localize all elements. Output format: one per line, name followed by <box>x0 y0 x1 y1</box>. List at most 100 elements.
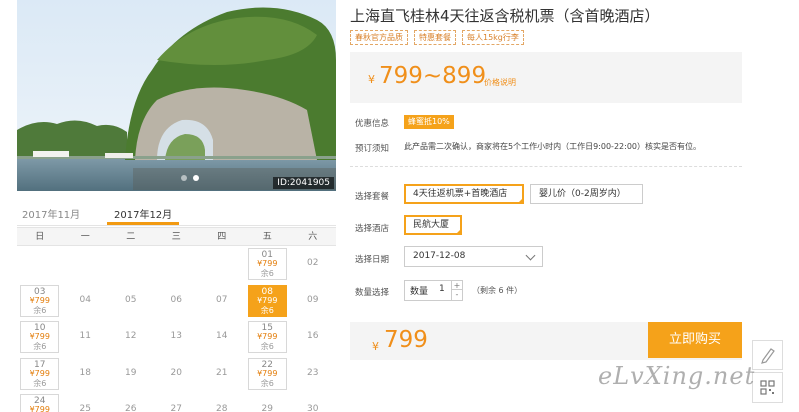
calendar-day: 27 <box>154 392 200 412</box>
calendar-day: 23 <box>290 356 336 393</box>
site-watermark: eLvXing.net <box>598 362 756 390</box>
day-stock: 余6 <box>33 342 47 351</box>
day-number: 02 <box>307 258 319 268</box>
weekday-label: 二 <box>126 232 136 242</box>
day-price: ¥799 <box>257 368 278 378</box>
day-number: 12 <box>125 331 137 341</box>
quantity-value[interactable]: 1 <box>439 284 445 294</box>
calendar-day-available[interactable]: 10 ¥799 余6 <box>17 319 63 356</box>
day-number: 16 <box>307 331 319 341</box>
date-value: 2017-12-08 <box>413 251 466 261</box>
price-explanation-link[interactable]: 价格说明 <box>484 77 516 88</box>
calendar-day: 21 <box>199 356 245 393</box>
weekday-label: 六 <box>308 232 318 242</box>
day-stock: 余6 <box>260 305 274 315</box>
carousel-dot-active[interactable] <box>193 175 199 181</box>
day-number: 20 <box>170 367 182 378</box>
date-select[interactable]: 2017-12-08 <box>404 246 543 267</box>
calendar-day-available[interactable]: 22 ¥799 余6 <box>245 356 291 393</box>
day-price: ¥799 <box>29 405 50 412</box>
quantity-stepper[interactable]: 数量 1 + - <box>404 280 463 301</box>
day-price: ¥799 <box>29 332 50 341</box>
decrement-button[interactable]: - <box>452 290 462 299</box>
day-number: 23 <box>307 367 319 378</box>
day-number: 21 <box>216 367 228 378</box>
calendar-day: 14 <box>199 319 245 356</box>
booking-notice: 此产品需二次确认，商家将在5个工作小时内（工作日9:00-22:00）核实是否有… <box>404 142 701 151</box>
day-number: 13 <box>170 331 182 341</box>
feedback-button[interactable] <box>752 340 783 370</box>
day-number: 04 <box>79 294 91 305</box>
day-price: ¥799 <box>257 332 278 341</box>
calendar-days: 01 ¥799 余6 02 03 ¥799 余6 04 05 06 07 08 ¥799 余6 09 10 ¥7… <box>17 246 336 412</box>
stepper-controls: + - <box>451 281 462 300</box>
day-number: 06 <box>170 294 182 305</box>
pencil-icon <box>761 348 775 364</box>
calendar-weekday-header: 日一二三四五六 <box>17 228 336 246</box>
tab-month-prev[interactable]: 2017年11月 <box>22 206 80 221</box>
calendar-day: 29 <box>245 392 291 412</box>
hotel-option-selected[interactable]: 民航大厦 <box>404 215 462 235</box>
package-option-infant[interactable]: 婴儿价（0-2周岁内） <box>530 184 643 204</box>
weekday-label: 五 <box>262 232 272 242</box>
divider <box>350 166 742 167</box>
qr-code-icon <box>760 380 775 395</box>
day-number: 11 <box>79 331 91 341</box>
carousel-dot[interactable] <box>181 175 187 181</box>
tag-official: 春秋官方品质 <box>350 30 408 45</box>
image-id-badge: ID:2041905 <box>273 177 334 189</box>
buy-now-button[interactable]: 立即购买 <box>648 322 742 358</box>
package-option-selected[interactable]: 4天往返机票+首晚酒店 <box>404 184 524 204</box>
day-number: 28 <box>216 404 228 412</box>
day-stock: 余6 <box>33 305 47 315</box>
product-photo[interactable]: ID:2041905 <box>17 0 336 191</box>
calendar-empty-cell <box>199 246 245 283</box>
calendar-day-available[interactable]: 17 ¥799 余6 <box>17 356 63 393</box>
calendar-day-available[interactable]: 03 ¥799 余6 <box>17 283 63 320</box>
day-stock: 余6 <box>260 269 274 278</box>
chevron-down-icon <box>525 250 536 261</box>
day-number: 26 <box>125 404 137 412</box>
product-tags: 春秋官方品质 特惠套餐 每人15kg行李 <box>350 30 524 45</box>
day-number: 19 <box>125 367 137 378</box>
notice-label: 预订须知 <box>355 144 390 154</box>
weekday-label: 四 <box>217 232 227 242</box>
page-title: 上海直飞桂林4天往返含税机票（含首晚酒店） <box>350 7 660 25</box>
stock-remaining: （剩余 6 件） <box>472 286 523 295</box>
day-number: 05 <box>125 294 137 305</box>
calendar-day: 30 <box>290 392 336 412</box>
calendar-day: 20 <box>154 356 200 393</box>
increment-button[interactable]: + <box>452 281 462 290</box>
day-number: 07 <box>216 294 228 305</box>
calendar-day: 12 <box>108 319 154 356</box>
calendar-day-available[interactable]: 24¥799余6 <box>17 392 63 412</box>
total-price: 799 <box>384 327 428 353</box>
package-label: 选择套餐 <box>355 192 390 202</box>
calendar-empty-cell <box>108 246 154 283</box>
qr-code-button[interactable] <box>752 372 783 403</box>
tag-special: 特惠套餐 <box>414 30 456 45</box>
day-number: 18 <box>79 367 91 378</box>
day-number: 30 <box>307 404 319 412</box>
calendar-empty-cell <box>63 246 109 283</box>
price-range: 799~899 <box>379 63 487 89</box>
total-currency: ¥ <box>372 340 379 353</box>
calendar-day: 09 <box>290 283 336 320</box>
day-number: 14 <box>216 331 228 341</box>
calendar-day-selected[interactable]: 08 ¥799 余6 <box>245 283 291 320</box>
price-panel: ¥ 799~899 价格说明 <box>350 52 742 103</box>
discount-badge: 蜂蜜抵10% <box>404 115 454 129</box>
calendar-day: 05 <box>108 283 154 320</box>
calendar-day-available[interactable]: 01 ¥799 余6 <box>245 246 291 283</box>
day-stock: 余6 <box>33 378 47 388</box>
date-label: 选择日期 <box>355 255 390 265</box>
calendar-day: 16 <box>290 319 336 356</box>
discount-label: 优惠信息 <box>355 119 390 129</box>
day-stock: 余6 <box>260 342 274 351</box>
calendar-day: 02 <box>290 246 336 283</box>
day-number: 09 <box>307 294 319 305</box>
calendar-day: 25 <box>63 392 109 412</box>
tab-month-current[interactable]: 2017年12月 <box>106 206 180 225</box>
calendar-day-available[interactable]: 15 ¥799 余6 <box>245 319 291 356</box>
carousel-dots <box>181 175 199 181</box>
